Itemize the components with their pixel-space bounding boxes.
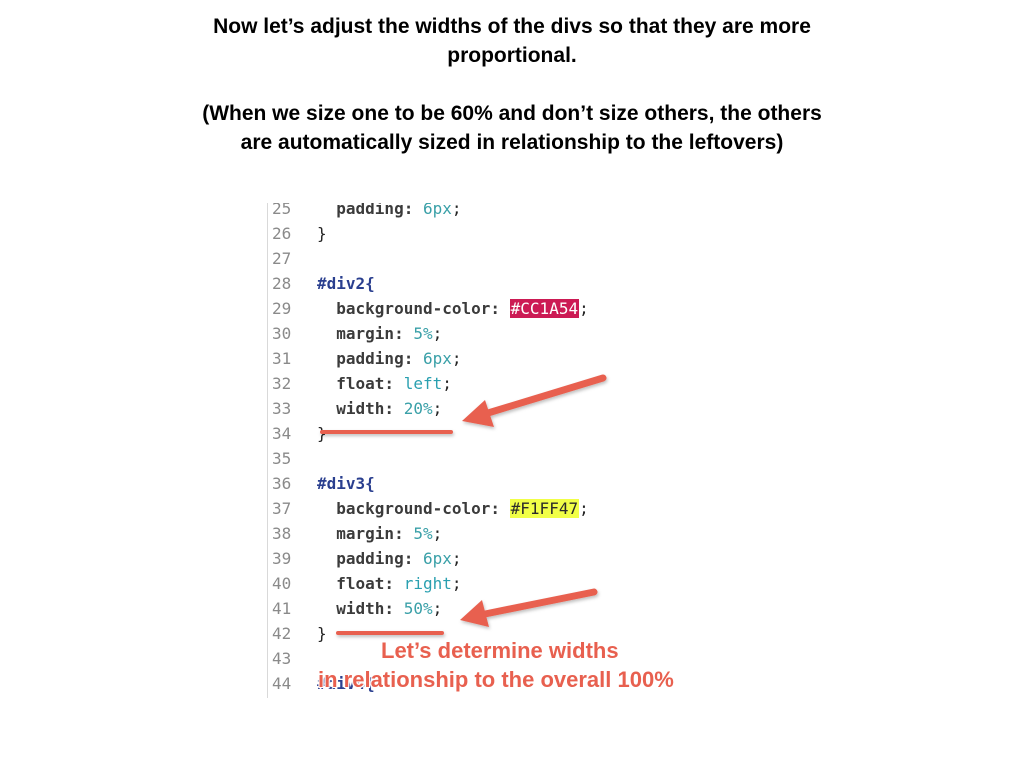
css-property: padding:	[336, 549, 423, 568]
css-value: 6px	[422, 549, 452, 568]
slide-heading: Now let’s adjust the widths of the divs …	[0, 12, 1024, 157]
css-value: 5%	[413, 524, 433, 543]
css-keyword: left	[403, 374, 443, 393]
code-semicolon: ;	[579, 499, 589, 518]
css-property: padding:	[336, 203, 423, 218]
line-number: 38	[272, 524, 292, 543]
code-text: margin: 5%;	[317, 521, 442, 546]
code-semicolon: ;	[432, 599, 443, 618]
heading-line-4: are automatically sized in relationship …	[240, 131, 784, 154]
line-number: 32	[272, 374, 292, 393]
line-number: 30	[272, 324, 292, 343]
css-property: margin:	[336, 324, 414, 343]
heading-line-1: Now let’s adjust the widths of the divs …	[213, 15, 811, 38]
css-property: background-color:	[336, 499, 510, 518]
line-number: 42	[272, 624, 292, 643]
code-text: float: left;	[317, 371, 452, 396]
code-semicolon: ;	[451, 574, 462, 593]
code-text: padding: 6px;	[317, 203, 462, 221]
line-number: 34	[272, 424, 292, 443]
css-property: width:	[336, 599, 404, 618]
code-text: float: right;	[317, 571, 462, 596]
css-property: padding:	[336, 349, 423, 368]
code-text: background-color: #F1FF47;	[317, 496, 589, 521]
code-text: background-color: #CC1A54;	[317, 296, 589, 321]
code-semicolon: ;	[442, 374, 452, 393]
code-semicolon: ;	[451, 549, 462, 568]
gutter-divider	[267, 203, 268, 698]
line-number: 31	[272, 349, 292, 368]
css-keyword: right	[403, 574, 452, 593]
callout-line-2: in relationship to the overall 100%	[318, 667, 674, 692]
code-text: }	[317, 221, 327, 246]
line-number: 35	[272, 449, 292, 468]
code-text: }	[317, 621, 327, 646]
heading-spacer	[0, 70, 1024, 99]
css-selector: #div2{	[317, 274, 375, 293]
line-number: 39	[272, 549, 292, 568]
line-number: 28	[272, 274, 292, 293]
css-property: background-color:	[336, 299, 510, 318]
css-property: width:	[336, 399, 404, 418]
css-property: float:	[336, 374, 404, 393]
line-number: 40	[272, 574, 292, 593]
line-number: 43	[272, 649, 292, 668]
code-text: width: 50%;	[317, 596, 442, 621]
color-value-swatch: #CC1A54	[509, 299, 580, 318]
code-plain: }	[317, 624, 327, 643]
heading-line-2: proportional.	[447, 44, 577, 67]
code-editor-screenshot: 25 padding: 6px; 26} 27 28 #div2{ 29 backgrou…	[262, 203, 712, 698]
css-property: float:	[336, 574, 404, 593]
code-text: padding: 6px;	[317, 346, 462, 371]
css-value: 6px	[422, 203, 452, 218]
line-number: 44	[272, 674, 292, 693]
line-number: 41	[272, 599, 292, 618]
code-plain: }	[317, 224, 327, 243]
code-semicolon: ;	[432, 399, 443, 418]
color-value-swatch: #F1FF47	[509, 499, 580, 518]
css-value: 5%	[413, 324, 433, 343]
css-value: 6px	[422, 349, 452, 368]
line-number: 33	[272, 399, 292, 418]
css-property: margin:	[336, 524, 414, 543]
code-text: padding: 6px;	[317, 546, 462, 571]
code-semicolon: ;	[432, 524, 443, 543]
css-value: 50%	[403, 599, 433, 618]
code-plain: }	[317, 424, 327, 443]
code-text: }	[317, 421, 327, 446]
code-semicolon: ;	[451, 349, 462, 368]
code-semicolon: ;	[579, 299, 589, 318]
code-text: #div3{	[317, 471, 375, 496]
line-number: 25	[272, 203, 292, 218]
line-number: 29	[272, 299, 292, 318]
code-text: #div2{	[317, 271, 375, 296]
line-number: 37	[272, 499, 292, 518]
line-number: 27	[272, 249, 292, 268]
code-text: width: 20%;	[317, 396, 442, 421]
code-semicolon: ;	[432, 324, 443, 343]
callout-line-1: Let’s determine widths	[381, 638, 619, 663]
code-text: margin: 5%;	[317, 321, 442, 346]
css-value: 20%	[403, 399, 433, 418]
heading-line-3: (When we size one to be 60% and don’t si…	[202, 102, 822, 125]
css-selector: #div3{	[317, 474, 375, 493]
code-semicolon: ;	[451, 203, 462, 218]
line-number: 36	[272, 474, 292, 493]
line-number: 26	[272, 224, 292, 243]
